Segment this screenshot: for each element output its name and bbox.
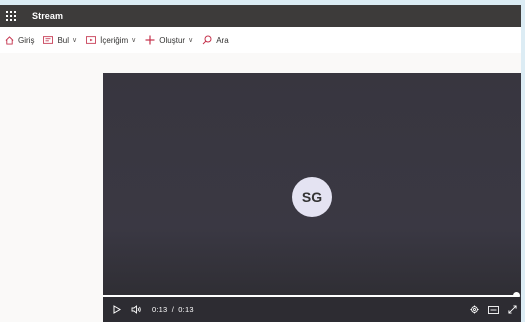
play-icon[interactable] [113, 305, 121, 314]
app-launcher-button[interactable] [0, 5, 22, 27]
nav-content-label: İçeriğim [100, 35, 129, 45]
nav-discover-label: Bul [57, 35, 70, 45]
video-area[interactable]: SG [103, 73, 521, 295]
nav-home[interactable]: Giriş [5, 36, 34, 45]
time-separator: / [171, 305, 174, 314]
video-player[interactable]: SG 0:13 / 0:13 [103, 73, 521, 322]
plus-icon [145, 35, 155, 45]
stream-window: Stream Giriş Bul ∨ İçeriğim ∨ Oluştur ∨ … [0, 5, 521, 322]
nav-bar: Giriş Bul ∨ İçeriğim ∨ Oluştur ∨ Ara [0, 27, 521, 53]
search-icon [202, 35, 212, 45]
chevron-down-icon: ∨ [188, 37, 194, 44]
fullscreen-icon[interactable] [508, 305, 517, 314]
chevron-down-icon: ∨ [131, 37, 137, 44]
waffle-icon [6, 11, 16, 21]
right-controls [461, 297, 517, 322]
captions-icon[interactable] [488, 305, 499, 314]
time-display: 0:13 / 0:13 [152, 305, 194, 314]
nav-create-label: Oluştur [159, 35, 186, 45]
chevron-down-icon: ∨ [72, 37, 78, 44]
avatar: SG [292, 177, 332, 217]
app-title[interactable]: Stream [32, 11, 63, 21]
nav-home-label: Giriş [18, 35, 35, 45]
nav-content[interactable]: İçeriğim ∨ [86, 36, 136, 45]
nav-search[interactable]: Ara [202, 35, 229, 45]
time-current: 0:13 [152, 305, 168, 314]
home-icon [5, 35, 14, 45]
settings-gear-icon[interactable] [470, 305, 479, 314]
nav-create[interactable]: Oluştur ∨ [145, 35, 193, 45]
nav-discover[interactable]: Bul ∨ [43, 36, 77, 45]
my-content-icon [86, 36, 97, 44]
time-total: 0:13 [178, 305, 194, 314]
player-controls: 0:13 / 0:13 [103, 297, 521, 322]
nav-search-label: Ara [216, 35, 229, 45]
main-content: SG 0:13 / 0:13 [0, 53, 521, 322]
discover-icon [43, 36, 54, 44]
top-bar: Stream [0, 5, 521, 27]
volume-icon[interactable] [131, 305, 142, 314]
